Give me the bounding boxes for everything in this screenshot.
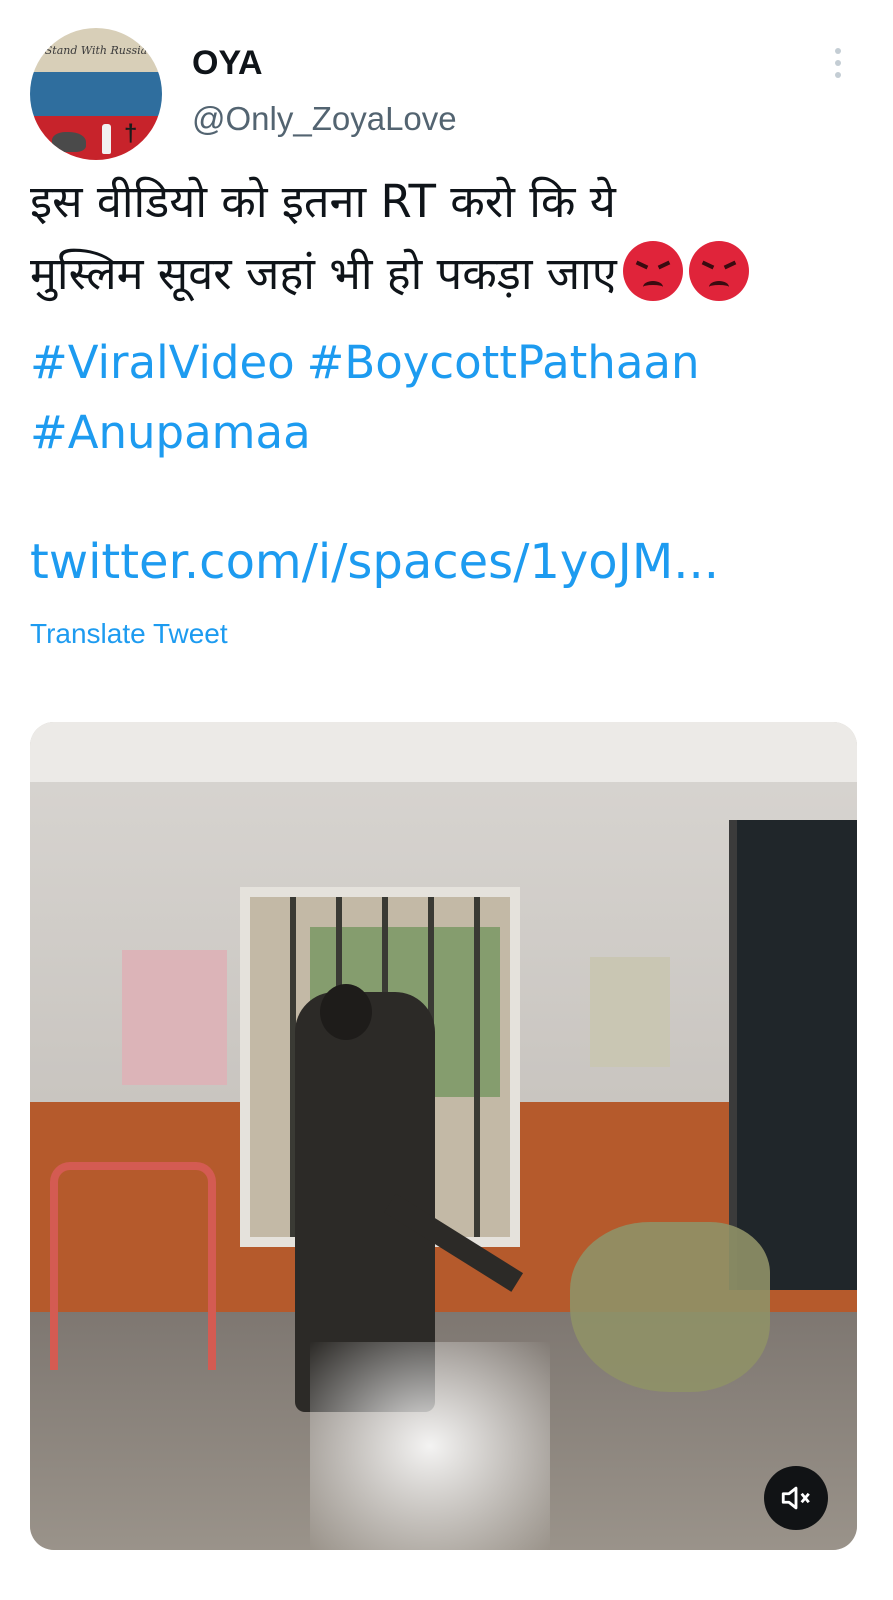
video-frame-ceiling [30, 722, 857, 782]
tweet-text-line-2: मुस्लिम सूवर जहां भी हो पकड़ा जाए [30, 238, 870, 310]
video-frame-glare [310, 1342, 550, 1550]
author-display-name[interactable]: OYA [192, 44, 263, 83]
video-frame-poster [590, 957, 670, 1067]
video-frame-object [570, 1222, 770, 1392]
tweet-text-line-1: इस वीडियो को इतना RT करो कि ये [30, 175, 616, 228]
video-player[interactable] [30, 722, 857, 1550]
hashtag-list: #ViralVideo #BoycottPathaan #Anupamaa [30, 328, 712, 468]
avatar-flag-blue-band [30, 72, 162, 116]
avatar-motto-text: Stand With Russia [44, 44, 148, 57]
angry-face-icon [688, 241, 749, 301]
tweet-text: इस वीडियो को इतना RT करो कि ये मुस्लिम स… [30, 166, 870, 310]
author-handle[interactable]: @Only_ZoyaLove [192, 100, 457, 138]
video-frame-poster [122, 950, 227, 1085]
speaker-muted-icon[interactable] [764, 1466, 828, 1530]
bear-icon [52, 132, 86, 152]
hashtag-anupamaa[interactable]: #Anupamaa [30, 406, 311, 459]
video-frame-chair [50, 1162, 216, 1370]
hashtag-boycottpathaan[interactable]: #BoycottPathaan [307, 336, 700, 389]
author-avatar[interactable]: Stand With Russia † [30, 28, 162, 160]
cross-icon: † [124, 120, 138, 147]
video-frame-blackboard [729, 820, 857, 1290]
tweet-text-line-2-text: मुस्लिम सूवर जहां भी हो पकड़ा जाए [30, 247, 617, 300]
angry-face-icon [622, 241, 683, 301]
hashtag-viralvideo[interactable]: #ViralVideo [30, 336, 295, 389]
translate-tweet-link[interactable]: Translate Tweet [30, 618, 228, 650]
bottle-icon [102, 124, 111, 154]
tweet-link[interactable]: twitter.com/i/spaces/1yoJM... [30, 534, 719, 590]
more-options-icon[interactable] [828, 48, 848, 88]
video-frame-person-head [320, 984, 372, 1040]
avatar-flag-red-band [30, 116, 162, 160]
